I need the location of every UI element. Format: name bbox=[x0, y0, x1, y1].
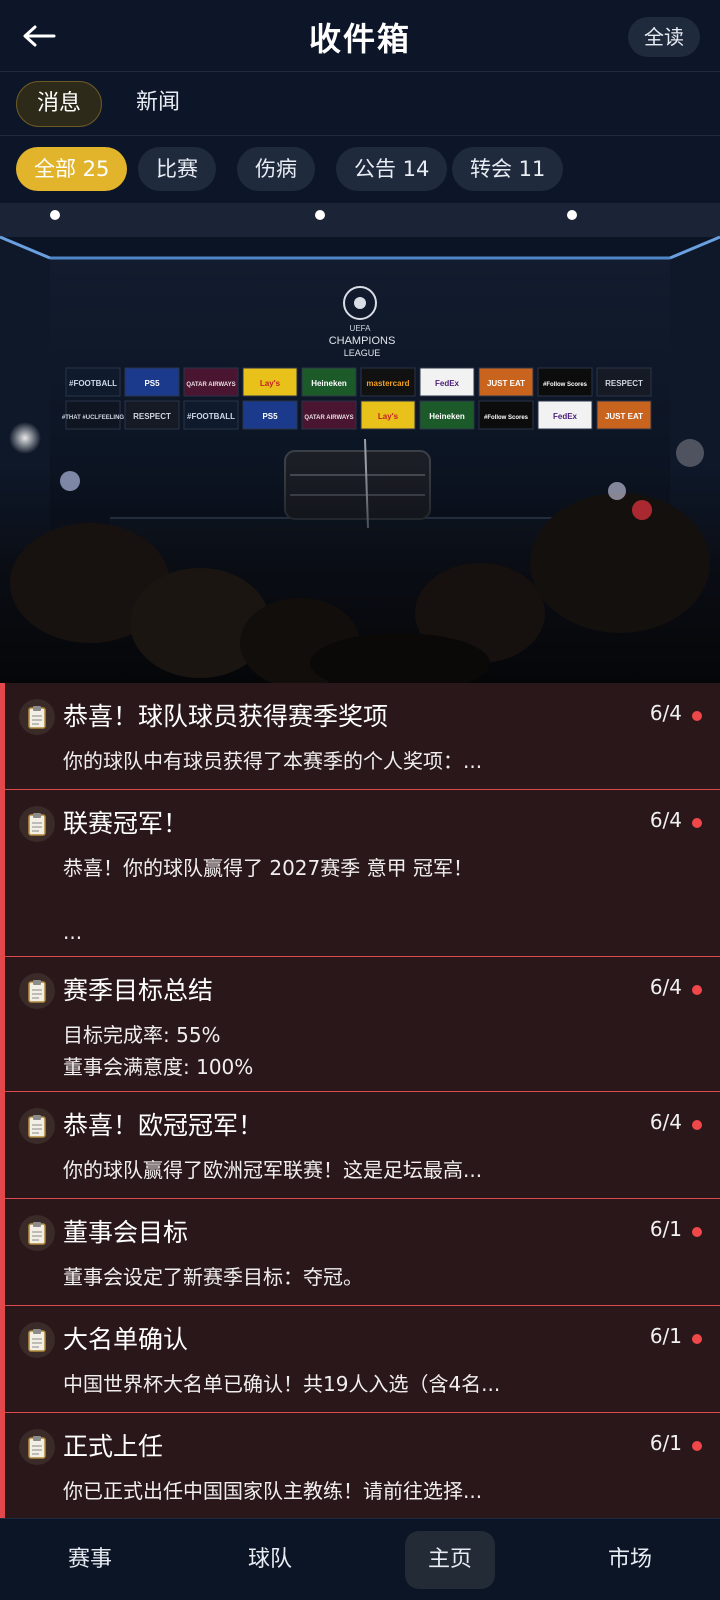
clipboard-icon bbox=[19, 699, 55, 735]
message-date: 6/4 bbox=[649, 975, 682, 999]
message-item[interactable]: 联赛冠军！ 6/4 恭喜！你的球队赢得了 2027赛季 意甲 冠军！ ... bbox=[0, 790, 720, 957]
nav-item-market[interactable]: 市场 bbox=[585, 1531, 675, 1589]
message-date: 6/4 bbox=[649, 701, 682, 725]
sponsor-label: FedEx bbox=[435, 379, 460, 388]
message-title: 董事会目标 bbox=[63, 1218, 189, 1247]
message-title: 赛季目标总结 bbox=[63, 976, 214, 1005]
message-preview: 董事会设定了新赛季目标：夺冠。 bbox=[63, 1265, 363, 1289]
logo-line-2: LEAGUE bbox=[344, 348, 381, 358]
message-preview: 你已正式出任中国国家队主教练！请前往选择... bbox=[63, 1479, 483, 1503]
message-title: 联赛冠军！ bbox=[63, 809, 189, 838]
unread-dot bbox=[692, 985, 702, 995]
clipboard-icon bbox=[19, 1215, 55, 1251]
press-room-banner-image: UEFA CHAMPIONS LEAGUE #FOOTBALL PS5 QATAR … bbox=[0, 203, 720, 683]
clipboard-icon bbox=[19, 1108, 55, 1144]
sponsor-label: #Follow Scores bbox=[543, 382, 588, 388]
message-item[interactable]: 大名单确认 6/1 中国世界杯大名单已确认！共19人入选（含4名... bbox=[0, 1306, 720, 1413]
filter-chip-match[interactable]: 比赛 bbox=[138, 147, 216, 191]
message-date: 6/1 bbox=[649, 1217, 682, 1241]
sponsor-label: PS5 bbox=[144, 379, 160, 388]
clipboard-icon bbox=[19, 1322, 55, 1358]
message-title: 恭喜！球队球员获得赛季奖项 bbox=[63, 702, 389, 731]
unread-dot bbox=[692, 1334, 702, 1344]
message-item[interactable]: 恭喜！欧冠冠军！ 6/4 你的球队赢得了欧洲冠军联赛！这是足坛最高... bbox=[0, 1092, 720, 1199]
message-preview: 恭喜！你的球队赢得了 2027赛季 意甲 冠军！ ... bbox=[63, 856, 473, 944]
message-preview: 你的球队中有球员获得了本赛季的个人奖项：... bbox=[63, 749, 483, 773]
sponsor-label: QATAR AIRWAYS bbox=[186, 382, 235, 388]
main-tabs: 消息 新闻 bbox=[0, 72, 720, 136]
unread-dot bbox=[692, 818, 702, 828]
message-item[interactable]: 正式上任 6/1 你已正式出任中国国家队主教练！请前往选择... bbox=[0, 1413, 720, 1518]
message-item[interactable]: 赛季目标总结 6/4 目标完成率: 55% 董事会满意度: 100% bbox=[0, 957, 720, 1092]
message-title: 大名单确认 bbox=[63, 1325, 189, 1354]
filter-chip-transfer[interactable]: 转会 11 bbox=[452, 147, 564, 191]
clipboard-icon bbox=[19, 973, 55, 1009]
bottom-nav: 赛事 球队 主页 市场 bbox=[0, 1518, 720, 1600]
message-title: 正式上任 bbox=[63, 1432, 164, 1461]
message-item[interactable]: 恭喜！球队球员获得赛季奖项 6/4 你的球队中有球员获得了本赛季的个人奖项：..… bbox=[0, 683, 720, 790]
message-list: 恭喜！球队球员获得赛季奖项 6/4 你的球队中有球员获得了本赛季的个人奖项：..… bbox=[0, 683, 720, 1518]
header-bar: 收件箱 全读 bbox=[0, 0, 720, 72]
tab-news[interactable]: 新闻 bbox=[116, 81, 200, 127]
message-item[interactable]: 董事会目标 6/1 董事会设定了新赛季目标：夺冠。 bbox=[0, 1199, 720, 1306]
filter-chip-announcement[interactable]: 公告 14 bbox=[336, 147, 448, 191]
nav-item-home[interactable]: 主页 bbox=[405, 1531, 495, 1589]
logo-line-1: CHAMPIONS bbox=[329, 335, 396, 347]
sponsor-label: JUST EAT bbox=[605, 412, 643, 421]
sponsor-label: FedEx bbox=[553, 412, 578, 421]
sponsor-label: QATAR AIRWAYS bbox=[304, 415, 353, 421]
filter-chip-injury[interactable]: 伤病 bbox=[237, 147, 315, 191]
unread-dot bbox=[692, 1441, 702, 1451]
nav-item-events[interactable]: 赛事 bbox=[45, 1531, 135, 1589]
filter-bar: 全部 25 比赛 伤病 公告 14 转会 11 bbox=[0, 137, 720, 203]
sponsor-label: #FOOTBALL bbox=[187, 412, 235, 421]
nav-item-team[interactable]: 球队 bbox=[225, 1531, 315, 1589]
page-title: 收件箱 bbox=[308, 20, 411, 58]
tab-messages[interactable]: 消息 bbox=[16, 81, 103, 127]
message-date: 6/1 bbox=[649, 1431, 682, 1455]
message-date: 6/4 bbox=[649, 808, 682, 832]
unread-dot bbox=[692, 1227, 702, 1237]
clipboard-icon bbox=[19, 1429, 55, 1465]
sponsor-label: #THAT #UCLFEELING bbox=[62, 415, 125, 421]
message-title: 恭喜！欧冠冠军！ bbox=[63, 1111, 264, 1140]
read-all-button[interactable]: 全读 bbox=[628, 17, 700, 57]
sponsor-label: Heineken bbox=[429, 412, 465, 421]
filter-chip-all[interactable]: 全部 25 bbox=[16, 147, 128, 191]
message-date: 6/4 bbox=[649, 1110, 682, 1134]
sponsor-label: RESPECT bbox=[605, 379, 643, 388]
message-preview: 中国世界杯大名单已确认！共19人入选（含4名... bbox=[63, 1372, 501, 1396]
unread-dot bbox=[692, 711, 702, 721]
uefa-label: UEFA bbox=[350, 324, 372, 333]
message-preview: 目标完成率: 55% 董事会满意度: 100% bbox=[63, 1023, 254, 1079]
message-date: 6/1 bbox=[649, 1324, 682, 1348]
unread-dot bbox=[692, 1120, 702, 1130]
sponsor-label: RESPECT bbox=[133, 412, 171, 421]
sponsor-label: #FOOTBALL bbox=[69, 379, 117, 388]
sponsor-label: Lay's bbox=[260, 379, 281, 388]
message-preview: 你的球队赢得了欧洲冠军联赛！这是足坛最高... bbox=[63, 1158, 483, 1182]
sponsor-label: #Follow Scores bbox=[484, 415, 529, 421]
sponsor-label: mastercard bbox=[366, 379, 409, 388]
sponsor-label: Lay's bbox=[378, 412, 399, 421]
clipboard-icon bbox=[19, 806, 55, 842]
sponsor-label: Heineken bbox=[311, 379, 347, 388]
sponsor-label: PS5 bbox=[262, 412, 278, 421]
sponsor-label: JUST EAT bbox=[487, 379, 525, 388]
